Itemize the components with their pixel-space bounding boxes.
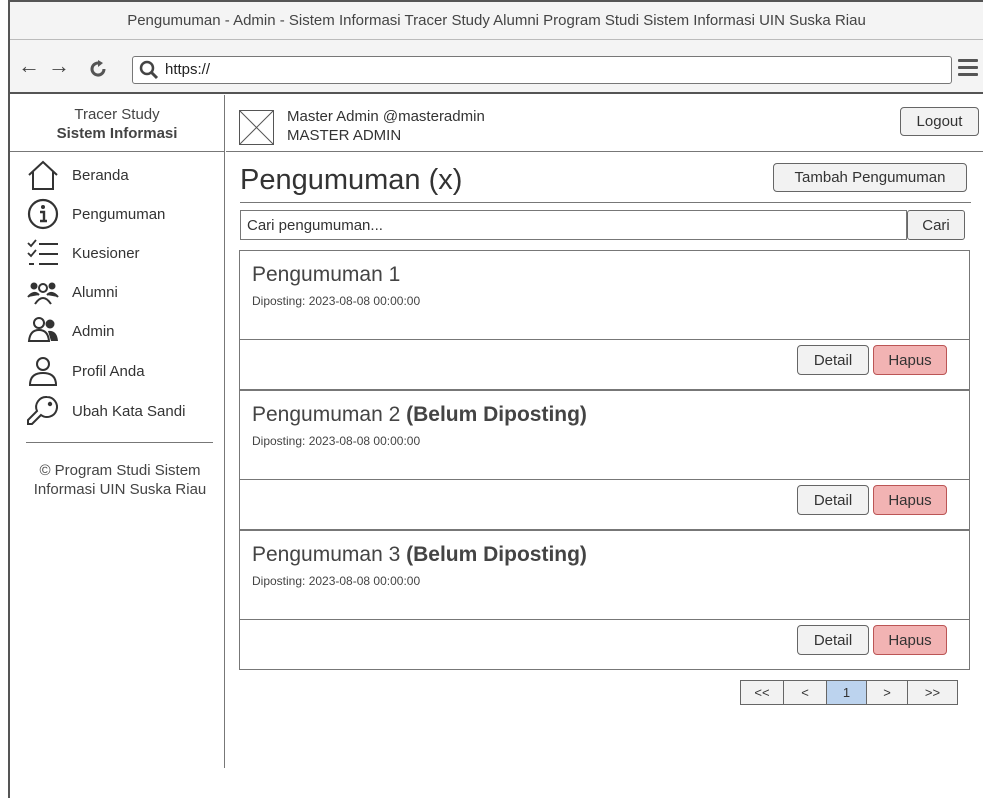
brand: Tracer Study Sistem Informasi [10, 95, 224, 152]
reload-icon[interactable] [88, 59, 108, 79]
announcement-card: Pengumuman 2 (Belum Diposting) Diposting… [239, 390, 970, 530]
search-input[interactable] [240, 210, 907, 240]
sidebar-divider [26, 442, 213, 443]
detail-button[interactable]: Detail [797, 345, 869, 375]
sidebar-item-ubah-kata-sandi[interactable]: Ubah Kata Sandi [26, 393, 185, 429]
home-icon [28, 160, 58, 190]
card-divider [240, 479, 969, 480]
window-title: Pengumuman - Admin - Sistem Informasi Tr… [10, 2, 983, 40]
sidebar-item-label: Admin [72, 322, 115, 340]
delete-button[interactable]: Hapus [873, 625, 947, 655]
top-header: Master Admin @masteradmin MASTER ADMIN L… [226, 95, 983, 152]
pagination-next[interactable]: > [866, 680, 908, 705]
sidebar-item-kuesioner[interactable]: Kuesioner [26, 235, 140, 271]
brand-line1: Tracer Study [74, 106, 160, 123]
announcement-title: Pengumuman 2 (Belum Diposting) [252, 403, 587, 426]
detail-button[interactable]: Detail [797, 625, 869, 655]
checklist-icon [27, 239, 58, 265]
user-icon [28, 357, 58, 386]
sidebar-item-alumni[interactable]: Alumni [26, 274, 118, 310]
sidebar-item-admin[interactable]: Admin [26, 313, 115, 349]
browser-window: Pengumuman - Admin - Sistem Informasi Tr… [8, 0, 983, 798]
delete-button[interactable]: Hapus [873, 485, 947, 515]
forward-arrow-icon[interactable]: → [48, 54, 70, 78]
user-role: MASTER ADMIN [287, 127, 402, 144]
info-icon [27, 198, 59, 230]
browser-navbar: ← → https:// [10, 40, 983, 94]
sidebar-item-label: Beranda [72, 166, 129, 184]
page-title: Pengumuman (x) [240, 164, 463, 196]
pagination-prev[interactable]: < [783, 680, 827, 705]
pagination-current[interactable]: 1 [826, 680, 867, 705]
announcement-card: Pengumuman 3 (Belum Diposting) Diposting… [239, 530, 970, 670]
announcement-title: Pengumuman 3 (Belum Diposting) [252, 543, 587, 566]
avatar [239, 110, 274, 145]
sidebar: Tracer Study Sistem Informasi Beranda Pe… [10, 95, 225, 768]
add-announcement-button[interactable]: Tambah Pengumuman [773, 163, 967, 192]
card-divider [240, 339, 969, 340]
key-icon [27, 395, 58, 425]
copyright-text: © Program Studi Sistem Informasi UIN Sus… [33, 462, 207, 498]
admin-icon [27, 317, 58, 342]
sidebar-item-pengumuman[interactable]: Pengumuman [26, 196, 165, 232]
pagination-last[interactable]: >> [907, 680, 958, 705]
card-divider [240, 619, 969, 620]
group-icon [27, 282, 59, 305]
delete-button[interactable]: Hapus [873, 345, 947, 375]
pagination-first[interactable]: << [740, 680, 784, 705]
sidebar-item-profil[interactable]: Profil Anda [26, 353, 145, 389]
menu-icon[interactable] [958, 59, 978, 79]
sidebar-item-label: Kuesioner [72, 244, 140, 262]
sidebar-item-label: Alumni [72, 283, 118, 301]
title-divider [240, 202, 971, 203]
announcement-card: Pengumuman 1 Diposting: 2023-08-08 00:00… [239, 250, 970, 390]
announcement-title: Pengumuman 1 [252, 263, 401, 286]
sidebar-item-label: Ubah Kata Sandi [72, 402, 186, 420]
url-bar[interactable]: https:// [132, 56, 952, 84]
back-arrow-icon[interactable]: ← [18, 54, 40, 78]
logout-button[interactable]: Logout [900, 107, 979, 136]
main-content: Pengumuman (x) Tambah Pengumuman Cari Pe… [226, 152, 983, 768]
user-name: Master Admin @masteradmin [287, 108, 485, 125]
sidebar-item-label: Profil Anda [72, 362, 145, 380]
search-button[interactable]: Cari [907, 210, 965, 240]
search-icon [139, 60, 159, 80]
sidebar-item-label: Pengumuman [72, 205, 166, 223]
announcement-date: Diposting: 2023-08-08 00:00:00 [252, 574, 421, 588]
brand-line2: Sistem Informasi [56, 125, 178, 142]
announcement-date: Diposting: 2023-08-08 00:00:00 [252, 294, 421, 308]
detail-button[interactable]: Detail [797, 485, 869, 515]
announcement-date: Diposting: 2023-08-08 00:00:00 [252, 434, 421, 448]
sidebar-item-beranda[interactable]: Beranda [26, 157, 129, 193]
